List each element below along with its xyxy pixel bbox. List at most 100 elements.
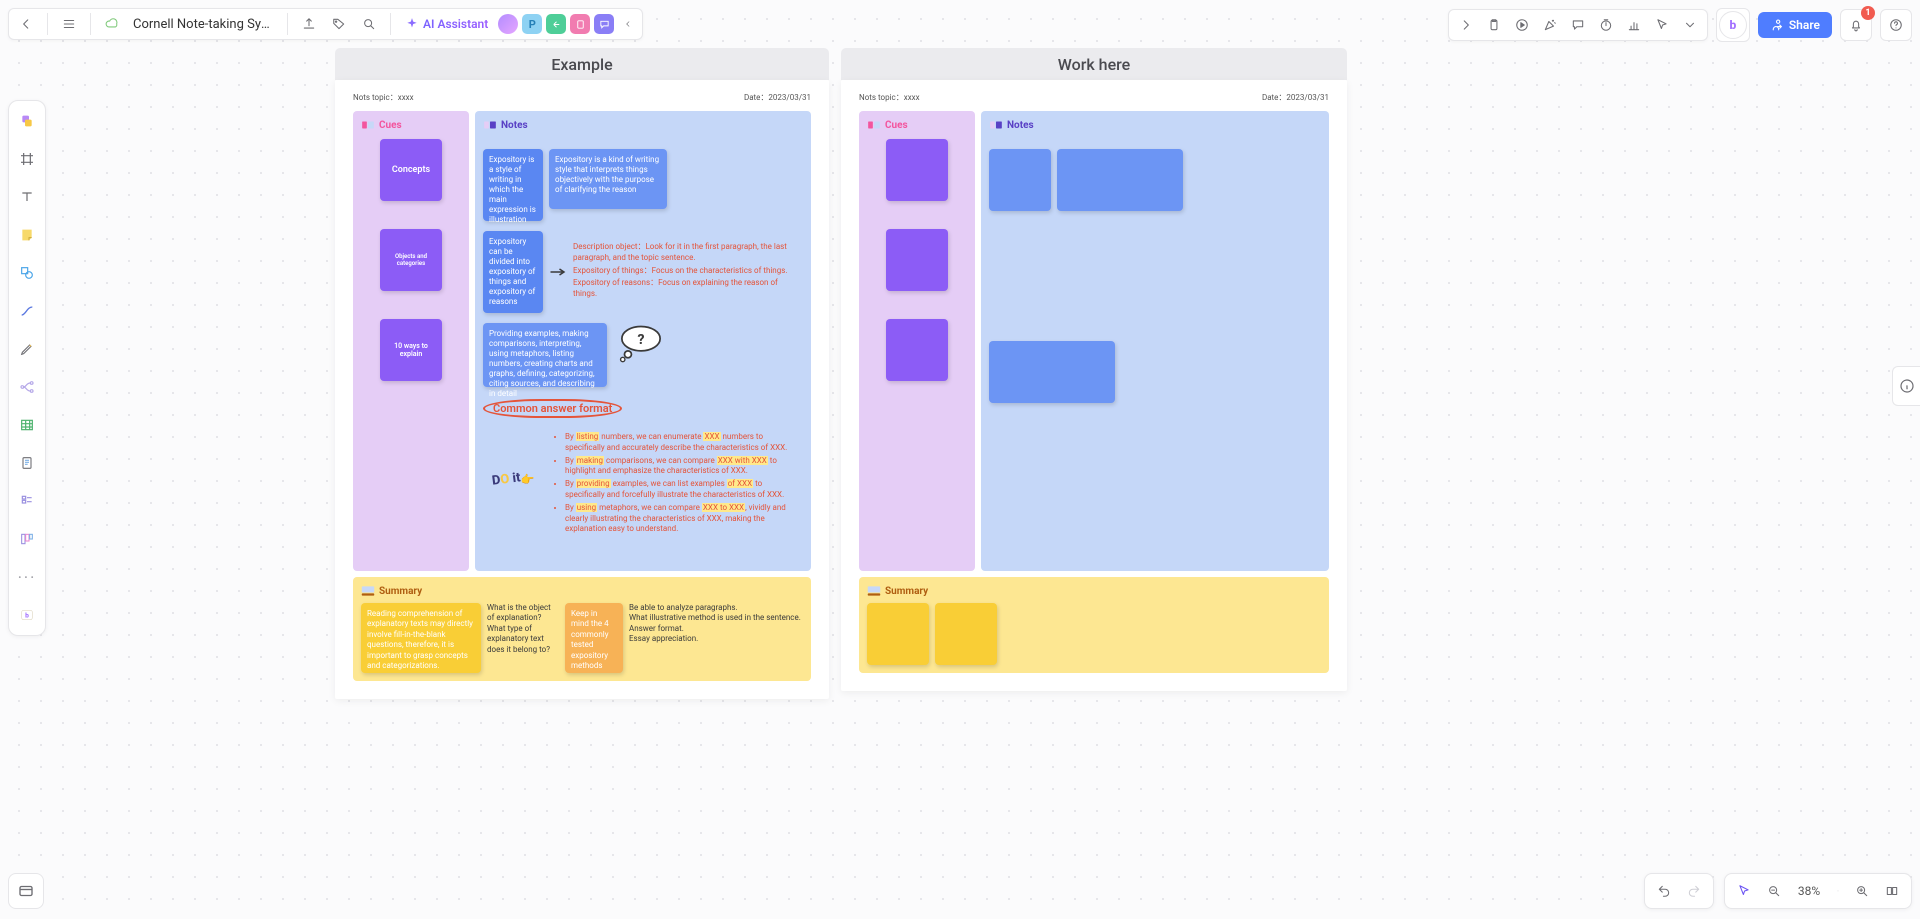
- summary-text-2[interactable]: Be able to analyze paragraphs. What illu…: [629, 603, 803, 645]
- zoom-dropdown[interactable]: [1831, 878, 1845, 904]
- sheet-work: Nots topic：xxxx Date：2023/03/31 Cues: [841, 80, 1347, 691]
- summary-sticky-1[interactable]: Reading comprehension of explanatory tex…: [361, 603, 481, 673]
- share-button[interactable]: Share: [1758, 12, 1832, 38]
- help-button[interactable]: [1883, 12, 1909, 38]
- summary-section-work[interactable]: Summary: [859, 577, 1329, 673]
- cloud-sync-icon[interactable]: [99, 11, 125, 37]
- sheet-example: Nots topic：xxxx Date：2023/03/31 Cues Con…: [335, 80, 829, 699]
- cues-label-work: Cues: [867, 119, 967, 131]
- timer-button[interactable]: [1593, 12, 1619, 38]
- note-red-description[interactable]: Description object：Look for it in the fi…: [573, 242, 803, 302]
- note-empty-2[interactable]: [1057, 149, 1183, 211]
- note-empty-3[interactable]: [989, 341, 1115, 403]
- summary-section[interactable]: Summary Reading comprehension of explana…: [353, 577, 811, 681]
- svg-text:b: b: [25, 612, 29, 620]
- tag-button[interactable]: [326, 11, 352, 37]
- chart-button[interactable]: [1621, 12, 1647, 38]
- mindmap-tool[interactable]: [13, 373, 41, 401]
- confetti-button[interactable]: [1537, 12, 1563, 38]
- sticky-notes-tool[interactable]: [13, 107, 41, 135]
- summary-empty-1[interactable]: [867, 603, 929, 665]
- cues-label: Cues: [361, 119, 461, 131]
- collapse-left-button[interactable]: [618, 11, 638, 37]
- more-tools[interactable]: ···: [13, 563, 41, 591]
- chip-share-icon[interactable]: [546, 14, 566, 34]
- document-title[interactable]: Cornell Note-taking Syst…: [129, 17, 279, 32]
- back-button[interactable]: [13, 11, 39, 37]
- layers-button[interactable]: [8, 873, 44, 909]
- info-button[interactable]: [1892, 366, 1920, 406]
- note-sticky-a2[interactable]: Expository is a kind of writing style th…: [549, 149, 667, 209]
- list-tool[interactable]: [13, 487, 41, 515]
- cue-empty-2[interactable]: [886, 229, 948, 291]
- cue-sticky-2[interactable]: Objects and categories: [380, 229, 442, 291]
- notifications-button[interactable]: 1: [1840, 9, 1872, 41]
- templates-tool[interactable]: b: [13, 601, 41, 629]
- avatar-chip[interactable]: [498, 14, 518, 34]
- board-example-title: Example: [335, 48, 829, 80]
- notes-column-work[interactable]: Notes: [981, 111, 1329, 571]
- notes-label: Notes: [483, 119, 803, 131]
- ai-avatar[interactable]: b: [1719, 11, 1747, 39]
- circled-label[interactable]: Common answer format: [483, 399, 622, 418]
- note-empty-1[interactable]: [989, 149, 1051, 211]
- board-example[interactable]: Example Nots topic：xxxx Date：2023/03/31 …: [335, 48, 829, 699]
- zoom-level[interactable]: 38%: [1791, 884, 1827, 898]
- chip-comment-icon[interactable]: [594, 14, 614, 34]
- note-tool[interactable]: [13, 221, 41, 249]
- chat-button[interactable]: [1565, 12, 1591, 38]
- pen-tool[interactable]: [13, 335, 41, 363]
- board-work[interactable]: Work here Nots topic：xxxx Date：2023/03/3…: [841, 48, 1347, 699]
- play-button[interactable]: [1509, 12, 1535, 38]
- text-tool[interactable]: [13, 183, 41, 211]
- table-tool[interactable]: [13, 411, 41, 439]
- export-button[interactable]: [296, 11, 322, 37]
- note-sticky-c1[interactable]: Providing examples, making comparisons, …: [483, 323, 607, 387]
- menu-button[interactable]: [56, 11, 82, 37]
- meta-date-label-w: Date：: [1262, 93, 1286, 102]
- chip-p[interactable]: P: [522, 14, 542, 34]
- document-tool[interactable]: [13, 449, 41, 477]
- note-sticky-a1[interactable]: Expository is a style of writing in whic…: [483, 149, 543, 221]
- clipboard-button[interactable]: [1481, 12, 1507, 38]
- board-work-title: Work here: [841, 48, 1347, 80]
- undo-button[interactable]: [1651, 878, 1677, 904]
- meta-topic-value-w: xxxx: [904, 93, 920, 102]
- more-dropdown[interactable]: [1677, 12, 1703, 38]
- notes-column[interactable]: Notes Expository is a style of writing i…: [475, 111, 811, 571]
- summary-empty-2[interactable]: [935, 603, 997, 665]
- cues-icon: [361, 119, 375, 131]
- fit-button[interactable]: [1879, 878, 1905, 904]
- search-button[interactable]: [356, 11, 382, 37]
- expand-right-button[interactable]: [1453, 12, 1479, 38]
- notifications-badge: 1: [1861, 6, 1875, 20]
- ai-assistant-button[interactable]: AI Assistant: [399, 13, 494, 35]
- summary-sticky-2[interactable]: Keep in mind the 4 commonly tested expos…: [565, 603, 623, 673]
- zoom-in-button[interactable]: [1849, 878, 1875, 904]
- chip-doc-icon[interactable]: [570, 14, 590, 34]
- shape-tool[interactable]: [13, 259, 41, 287]
- summary-text-1[interactable]: What is the object of explanation? What …: [487, 603, 559, 655]
- answer-item: By providing examples, we can list examp…: [565, 479, 803, 501]
- notes-label-work: Notes: [989, 119, 1321, 131]
- cue-empty-3[interactable]: [886, 319, 948, 381]
- cue-sticky-3[interactable]: 10 ways to explain: [380, 319, 442, 381]
- share-label: Share: [1789, 18, 1820, 32]
- cue-sticky-1[interactable]: Concepts: [380, 139, 442, 201]
- kanban-tool[interactable]: [13, 525, 41, 553]
- frame-tool[interactable]: [13, 145, 41, 173]
- cue-empty-1[interactable]: [886, 139, 948, 201]
- redo-button[interactable]: [1681, 878, 1707, 904]
- zoom-out-button[interactable]: [1761, 878, 1787, 904]
- answer-list[interactable]: By listing numbers, we can enumerate XXX…: [551, 432, 803, 537]
- connector-tool[interactable]: [13, 297, 41, 325]
- undo-redo-group: [1644, 873, 1714, 909]
- sheet-meta-work: Nots topic：xxxx Date：2023/03/31: [859, 92, 1329, 103]
- sheet-meta: Nots topic：xxxx Date：2023/03/31: [353, 92, 811, 103]
- note-sticky-b1[interactable]: Expository can be divided into expositor…: [483, 231, 543, 313]
- cues-column-work[interactable]: Cues: [859, 111, 975, 571]
- summary-icon: [361, 585, 375, 597]
- cues-column[interactable]: Cues Concepts Objects and categories 10 …: [353, 111, 469, 571]
- pointer-mode[interactable]: [1731, 878, 1757, 904]
- cursor-tool-button[interactable]: [1649, 12, 1675, 38]
